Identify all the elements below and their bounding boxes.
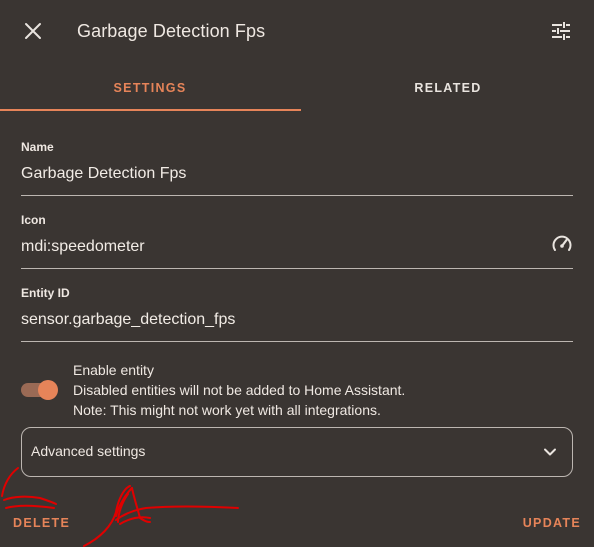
name-field-value[interactable]: Garbage Detection Fps <box>21 164 186 184</box>
enable-entity-help-1: Disabled entities will not be added to H… <box>73 382 406 398</box>
name-field[interactable]: Name Garbage Detection Fps <box>21 140 573 197</box>
tune-icon <box>552 22 570 40</box>
close-button[interactable] <box>18 16 48 46</box>
enable-entity-label: Enable entity <box>73 362 154 378</box>
dialog-header: Garbage Detection Fps <box>0 0 594 62</box>
speedometer-icon <box>552 235 572 251</box>
entity-id-field-label: Entity ID <box>21 286 70 300</box>
name-field-underline <box>21 195 573 196</box>
enable-entity-help-2: Note: This might not work yet with all i… <box>73 402 381 418</box>
icon-field-value[interactable]: mdi:speedometer <box>21 237 145 257</box>
icon-field-label: Icon <box>21 213 46 227</box>
advanced-settings-button[interactable] <box>546 16 576 46</box>
icon-field[interactable]: Icon mdi:speedometer <box>21 213 573 270</box>
entity-id-field-value[interactable]: sensor.garbage_detection_fps <box>21 310 235 330</box>
close-icon <box>25 23 41 39</box>
advanced-settings-expander[interactable]: Advanced settings <box>21 427 573 477</box>
dialog-title: Garbage Detection Fps <box>77 21 266 41</box>
update-button[interactable]: UPDATE <box>523 516 581 530</box>
entity-settings-dialog: Garbage Detection Fps SETTINGS RELATED N… <box>0 0 594 547</box>
delete-button[interactable]: DELETE <box>13 516 70 530</box>
entity-id-field[interactable]: Entity ID sensor.garbage_detection_fps <box>21 286 573 343</box>
tab-bar: SETTINGS RELATED <box>0 64 594 111</box>
enable-entity-description: Enable entity Disabled entities will not… <box>73 360 405 420</box>
tab-settings[interactable]: SETTINGS <box>0 64 300 111</box>
advanced-settings-label: Advanced settings <box>31 443 146 459</box>
switch-thumb <box>38 380 58 400</box>
enable-entity-row: Enable entity Disabled entities will not… <box>21 360 573 422</box>
active-tab-indicator <box>0 109 301 111</box>
name-field-label: Name <box>21 140 54 154</box>
entity-id-field-underline <box>21 341 573 342</box>
chevron-down-icon <box>544 448 556 456</box>
icon-field-underline <box>21 268 573 269</box>
enable-entity-switch[interactable] <box>21 380 58 400</box>
tab-related[interactable]: RELATED <box>298 64 594 111</box>
